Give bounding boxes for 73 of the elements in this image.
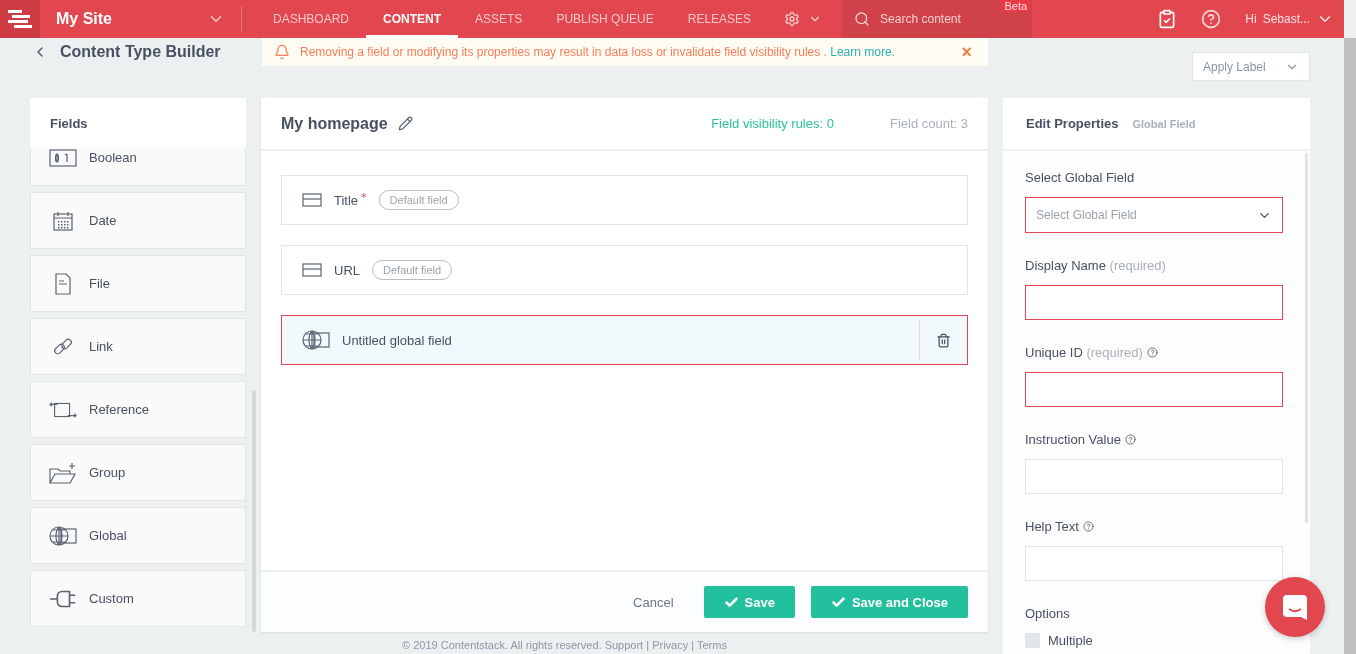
field-type-item[interactable]: File bbox=[30, 255, 246, 312]
field-type-item[interactable]: Date bbox=[30, 192, 246, 249]
form-label: Instruction Value bbox=[1025, 431, 1121, 447]
trash-icon[interactable] bbox=[936, 332, 951, 348]
field-type-item[interactable]: Custom bbox=[30, 570, 246, 627]
nav-tab[interactable]: RELEASES bbox=[670, 0, 769, 38]
field-label: URL bbox=[334, 262, 360, 278]
field-type-item[interactable]: Boolean bbox=[30, 148, 246, 186]
nav-tab[interactable]: ASSETS bbox=[458, 0, 540, 38]
warning-message: Removing a field or modifying its properties may result in data loss or invalidate field visibility rules . Learn more. bbox=[300, 45, 896, 59]
close-button[interactable]: × bbox=[957, 43, 976, 61]
search-icon bbox=[854, 11, 871, 27]
calendar-icon bbox=[52, 209, 74, 232]
form-label: Display Name (required) bbox=[1025, 257, 1166, 273]
globe-document-icon bbox=[49, 524, 77, 547]
save-and-close-button[interactable]: Save and Close bbox=[810, 586, 968, 618]
properties-title: Edit Properties bbox=[1026, 116, 1119, 131]
check-icon[interactable] bbox=[830, 594, 846, 610]
visibility-rules-link[interactable]: Field visibility rules: 0 bbox=[711, 116, 834, 131]
search-field[interactable]: Search content Beta bbox=[842, 0, 1033, 38]
bell-icon bbox=[274, 44, 290, 60]
binary-digits-icon bbox=[49, 148, 77, 167]
nav-tab[interactable]: DASHBOARD bbox=[256, 0, 366, 38]
field-row[interactable]: URL Default field bbox=[281, 245, 968, 295]
check-icon[interactable] bbox=[723, 594, 739, 610]
field-row[interactable]: Title * Default field bbox=[281, 175, 968, 225]
save-button[interactable]: Save bbox=[703, 586, 795, 618]
logo-icon[interactable] bbox=[6, 8, 34, 30]
chat-bubble-icon[interactable] bbox=[1281, 593, 1309, 621]
text-field-icon bbox=[302, 193, 322, 207]
copyright-footer: © 2019 Contentstack. All rights reserved. Support | Privacy | Terms bbox=[141, 632, 988, 651]
settings-icon[interactable] bbox=[784, 11, 801, 27]
help-icon[interactable] bbox=[1146, 346, 1158, 358]
form-label: Help Text bbox=[1025, 518, 1079, 534]
greeting: Hi bbox=[1245, 12, 1257, 26]
field-type-item[interactable]: Global bbox=[30, 507, 246, 564]
checkbox[interactable] bbox=[1025, 633, 1040, 648]
field-row[interactable]: Untitled global field bbox=[281, 315, 968, 365]
form-label: Unique ID (required) bbox=[1025, 344, 1143, 360]
apply-label-button[interactable]: Apply Label bbox=[1192, 52, 1310, 81]
globe-document-icon bbox=[302, 329, 330, 351]
field-label: Untitled global field bbox=[342, 332, 452, 348]
select-dropdown[interactable]: Select Global Field bbox=[1025, 197, 1283, 233]
input-field[interactable] bbox=[1025, 285, 1283, 320]
document-icon bbox=[54, 272, 72, 295]
folder-plus-icon bbox=[49, 461, 77, 484]
field-type-item[interactable]: Link bbox=[30, 318, 246, 375]
text-field-icon bbox=[302, 263, 322, 277]
content-type-title: My homepage bbox=[281, 114, 388, 133]
help-icon[interactable] bbox=[1082, 520, 1094, 532]
properties-subtitle: Global Field bbox=[1132, 117, 1196, 130]
help-icon[interactable] bbox=[1124, 433, 1136, 445]
field-type-item[interactable]: Group bbox=[30, 444, 246, 501]
reference-arrows-icon bbox=[49, 399, 77, 420]
form-label: Select Global Field bbox=[1025, 169, 1135, 185]
required-mark: * bbox=[361, 191, 367, 204]
cancel-button[interactable]: Cancel bbox=[627, 593, 680, 611]
clipboard-check-icon[interactable] bbox=[1157, 9, 1178, 29]
field-count: Field count: 3 bbox=[889, 116, 968, 131]
learn-more-link[interactable]: Learn more. bbox=[830, 45, 895, 59]
field-label: Title bbox=[334, 192, 359, 208]
options-heading: Options bbox=[1025, 605, 1070, 621]
checkbox-label: Multiple bbox=[1048, 633, 1093, 648]
scrollbar[interactable] bbox=[1344, 38, 1356, 654]
pencil-icon[interactable] bbox=[397, 116, 413, 131]
back-link[interactable]: Content Type Builder bbox=[0, 38, 262, 66]
nav-tab[interactable]: PUBLISH QUEUE bbox=[539, 0, 671, 38]
site-name[interactable]: My Site bbox=[56, 10, 112, 28]
beta-badge: Beta bbox=[1001, 0, 1031, 12]
panel-title: Fields bbox=[30, 98, 246, 148]
field-type-item[interactable]: Reference bbox=[30, 381, 246, 438]
user-name[interactable]: Sebast... bbox=[1262, 12, 1310, 26]
input-field[interactable] bbox=[1025, 372, 1283, 407]
